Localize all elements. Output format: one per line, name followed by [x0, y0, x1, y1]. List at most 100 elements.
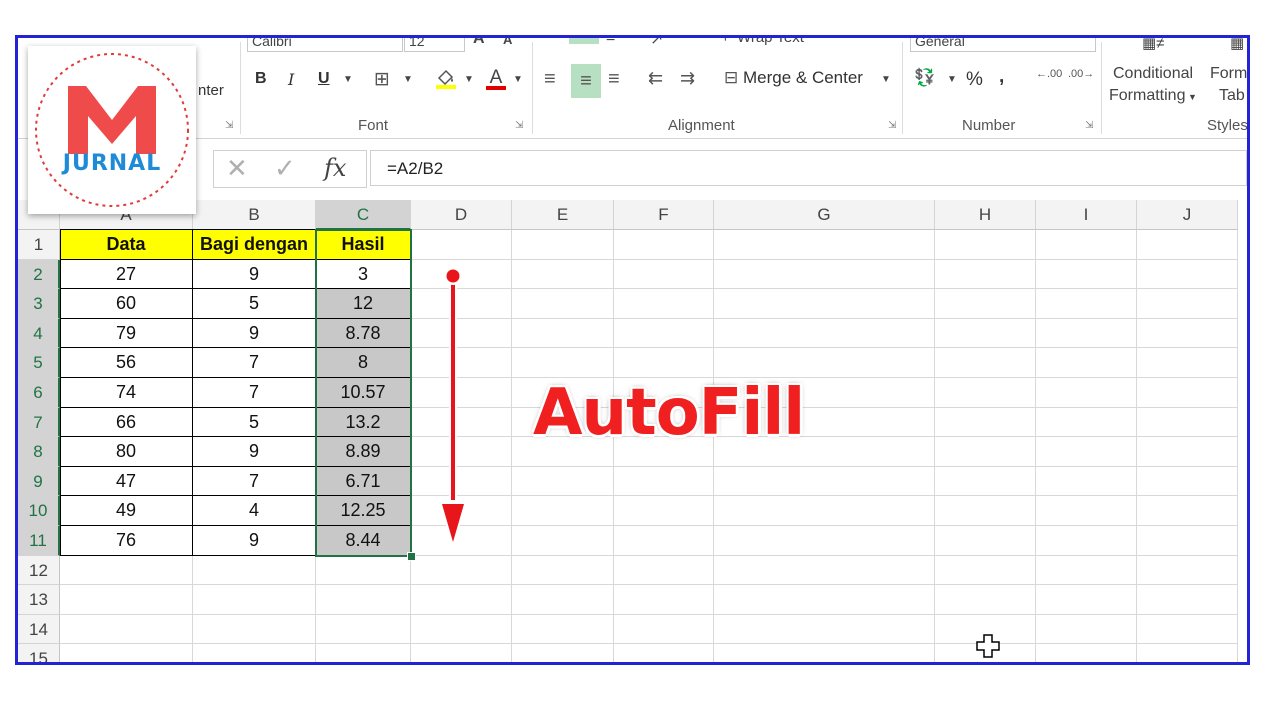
- cell-a15[interactable]: [60, 644, 193, 662]
- cell-g2[interactable]: [714, 259, 935, 290]
- cell-f11[interactable]: [614, 526, 714, 556]
- cell-e9[interactable]: [512, 466, 614, 497]
- cell-j1[interactable]: [1137, 230, 1238, 260]
- row-header-2[interactable]: 2: [18, 259, 60, 290]
- row-header-9[interactable]: 9: [18, 466, 60, 497]
- cell-g1[interactable]: [714, 230, 935, 260]
- cell-e14[interactable]: [512, 614, 614, 645]
- cell-j6[interactable]: [1137, 378, 1238, 408]
- cell-i7[interactable]: [1036, 407, 1137, 438]
- cell-j11[interactable]: [1137, 526, 1238, 556]
- cell-e4[interactable]: [512, 318, 614, 349]
- number-launcher-icon[interactable]: ⇲: [1085, 120, 1093, 131]
- row-header-12[interactable]: 12: [18, 555, 60, 586]
- cell-j14[interactable]: [1137, 614, 1238, 645]
- enter-icon[interactable]: ✓: [274, 153, 296, 184]
- cell-h4[interactable]: [935, 318, 1036, 349]
- cell-g9[interactable]: [714, 466, 935, 497]
- row-header-13[interactable]: 13: [18, 585, 60, 615]
- cell-h7[interactable]: [935, 407, 1036, 438]
- cell-b14[interactable]: [193, 614, 316, 645]
- cell-f9[interactable]: [614, 466, 714, 497]
- cell-i10[interactable]: [1036, 496, 1137, 526]
- orientation-icon[interactable]: ↗: [650, 38, 663, 49]
- column-header-c[interactable]: C: [316, 200, 411, 230]
- cell-a10[interactable]: 49: [60, 496, 193, 526]
- cell-h1[interactable]: [935, 230, 1036, 260]
- column-header-f[interactable]: F: [614, 200, 714, 230]
- cell-j9[interactable]: [1137, 466, 1238, 497]
- cell-e3[interactable]: [512, 289, 614, 319]
- fill-handle[interactable]: [407, 551, 416, 561]
- cell-f4[interactable]: [614, 318, 714, 349]
- accounting-dropdown-icon[interactable]: ▼: [947, 74, 957, 85]
- cell-d13[interactable]: [411, 585, 512, 615]
- font-launcher-icon[interactable]: ⇲: [515, 120, 523, 131]
- cell-b9[interactable]: 7: [193, 466, 316, 497]
- cell-a9[interactable]: 47: [60, 466, 193, 497]
- underline-dropdown-icon[interactable]: ▼: [343, 74, 353, 85]
- cell-i12[interactable]: [1036, 555, 1137, 586]
- cell-a13[interactable]: [60, 585, 193, 615]
- cell-h13[interactable]: [935, 585, 1036, 615]
- cell-i8[interactable]: [1036, 437, 1137, 467]
- font-color-dropdown-icon[interactable]: ▼: [513, 74, 523, 85]
- cell-b1[interactable]: Bagi dengan: [193, 230, 316, 260]
- align-left-icon[interactable]: ≡: [544, 68, 556, 91]
- cell-b5[interactable]: 7: [193, 348, 316, 378]
- align-center-icon[interactable]: ≡: [571, 64, 601, 98]
- cell-a11[interactable]: 76: [60, 526, 193, 556]
- merge-center-button[interactable]: ⊟ Merge & Center: [724, 68, 863, 88]
- font-size-combo[interactable]: 12: [404, 38, 465, 52]
- font-name-combo[interactable]: Calibri: [247, 38, 403, 52]
- top-align-button[interactable]: [569, 38, 599, 44]
- cell-g4[interactable]: [714, 318, 935, 349]
- row-header-11[interactable]: 11: [18, 526, 60, 556]
- cell-j10[interactable]: [1137, 496, 1238, 526]
- cell-e1[interactable]: [512, 230, 614, 260]
- insert-function-icon[interactable]: fx: [324, 154, 346, 182]
- row-header-8[interactable]: 8: [18, 437, 60, 467]
- cancel-icon[interactable]: ✕: [226, 153, 248, 184]
- cell-h8[interactable]: [935, 437, 1036, 467]
- cell-b2[interactable]: 9: [193, 259, 316, 290]
- cell-f5[interactable]: [614, 348, 714, 378]
- grow-font-icon[interactable]: A: [473, 38, 485, 48]
- cell-j8[interactable]: [1137, 437, 1238, 467]
- cell-b12[interactable]: [193, 555, 316, 586]
- column-header-j[interactable]: J: [1137, 200, 1238, 230]
- cell-d12[interactable]: [411, 555, 512, 586]
- cell-j7[interactable]: [1137, 407, 1238, 438]
- cell-i1[interactable]: [1036, 230, 1137, 260]
- cell-g11[interactable]: [714, 526, 935, 556]
- column-header-g[interactable]: G: [714, 200, 935, 230]
- cell-c12[interactable]: [316, 555, 411, 586]
- increase-decimal-button[interactable]: ←.00: [1036, 69, 1062, 80]
- font-color-button[interactable]: A: [484, 66, 508, 92]
- borders-icon[interactable]: ⊞: [374, 68, 390, 91]
- cell-h6[interactable]: [935, 378, 1036, 408]
- cell-h2[interactable]: [935, 259, 1036, 290]
- cell-b6[interactable]: 7: [193, 378, 316, 408]
- merge-center-dropdown-icon[interactable]: ▼: [881, 74, 891, 85]
- cell-h10[interactable]: [935, 496, 1036, 526]
- row-header-15[interactable]: 15: [18, 644, 60, 662]
- cell-b15[interactable]: [193, 644, 316, 662]
- formula-input[interactable]: =A2/B2: [370, 150, 1247, 186]
- row-header-6[interactable]: 6: [18, 378, 60, 408]
- bold-button[interactable]: B: [255, 70, 267, 88]
- cell-f3[interactable]: [614, 289, 714, 319]
- percent-style-button[interactable]: %: [966, 69, 983, 91]
- cell-i2[interactable]: [1036, 259, 1137, 290]
- cell-g12[interactable]: [714, 555, 935, 586]
- cell-g10[interactable]: [714, 496, 935, 526]
- fill-color-dropdown-icon[interactable]: ▼: [464, 74, 474, 85]
- borders-dropdown-icon[interactable]: ▼: [403, 74, 413, 85]
- row-header-3[interactable]: 3: [18, 289, 60, 319]
- cell-g5[interactable]: [714, 348, 935, 378]
- cell-a7[interactable]: 66: [60, 407, 193, 438]
- cell-h5[interactable]: [935, 348, 1036, 378]
- cell-i5[interactable]: [1036, 348, 1137, 378]
- column-header-b[interactable]: B: [193, 200, 316, 230]
- cell-c15[interactable]: [316, 644, 411, 662]
